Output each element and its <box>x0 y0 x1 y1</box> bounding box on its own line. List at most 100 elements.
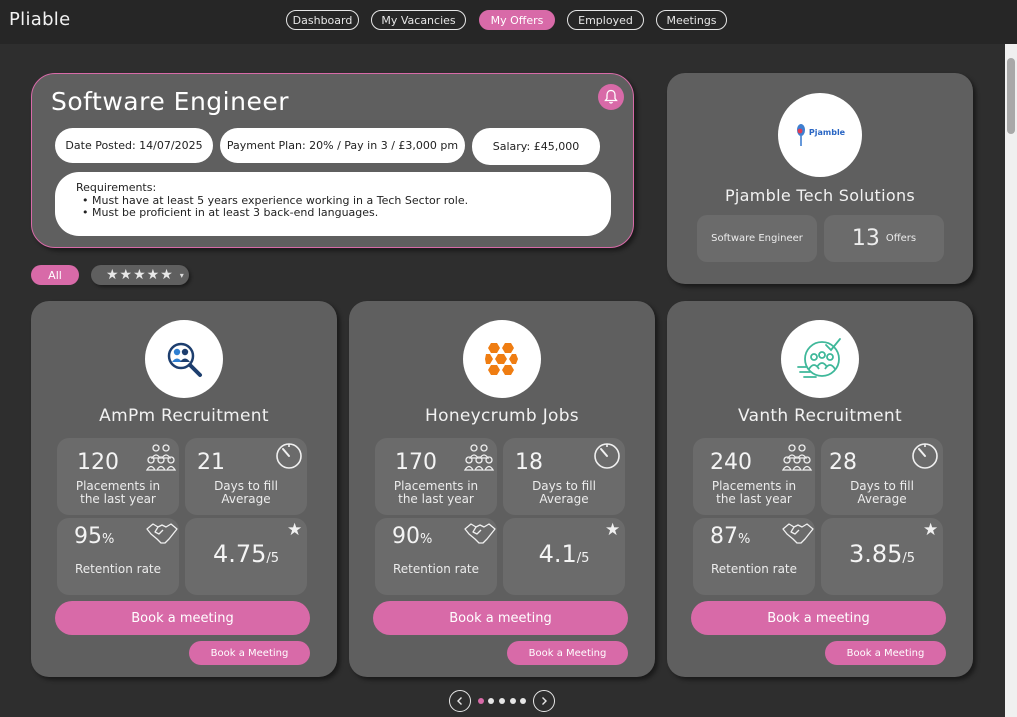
nav-meetings[interactable]: Meetings <box>656 10 727 30</box>
placements-stat: 170 Placements in the last year <box>375 438 497 515</box>
retention-stat: 95% Retention rate <box>57 518 179 595</box>
handshake-icon <box>464 523 496 544</box>
rating-number: 3.85 <box>848 540 903 568</box>
salary: Salary: £45,000 <box>472 128 600 165</box>
scroll-thumb[interactable] <box>1007 58 1015 134</box>
pager-prev-button[interactable] <box>449 690 471 712</box>
rating-value: 3.85/5 <box>821 540 943 568</box>
nav-dashboard[interactable]: Dashboard <box>286 10 359 30</box>
retention-unit: % <box>102 532 115 547</box>
requirements-list: Must have at least 5 years experience wo… <box>76 194 611 220</box>
retention-stat: 87% Retention rate <box>693 518 815 595</box>
placements-value: 120 <box>77 450 119 475</box>
star-rating-filter[interactable]: ★★★★★ ▾ <box>91 265 189 285</box>
placements-label-line: Placements in <box>75 479 161 493</box>
requirements-heading: Requirements: <box>76 181 157 194</box>
retention-unit: % <box>738 532 751 547</box>
placements-label: Placements in the last year <box>693 480 815 505</box>
days-label-line: Average <box>539 491 589 506</box>
company-card: Pjamble Pjamble Tech Solutions Software … <box>667 73 973 284</box>
book-meeting-button[interactable]: Book a meeting <box>55 601 310 635</box>
chevron-left-icon <box>457 697 462 705</box>
requirements-box: Requirements: Must have at least 5 years… <box>55 172 611 236</box>
star-rating-label: ★★★★★ <box>106 267 174 283</box>
pager-dot[interactable] <box>510 698 516 704</box>
group-icon <box>781 444 813 471</box>
agency-card: AmPm Recruitment 120 Placements in the l… <box>31 301 337 677</box>
retention-label: Retention rate <box>392 562 480 576</box>
rating-denominator: /5 <box>266 551 280 566</box>
retention-value: 87% <box>710 524 750 549</box>
placements-label-line: Placements in <box>711 479 797 493</box>
retention-unit: % <box>420 532 433 547</box>
chevron-right-icon <box>542 697 547 705</box>
rating-stat: ★ 3.85/5 <box>821 518 943 595</box>
star-icon: ★ <box>605 520 621 540</box>
days-to-fill-label: Days to fill Average <box>185 480 307 505</box>
rating-denominator: /5 <box>576 551 590 566</box>
pager-dot[interactable] <box>520 698 526 704</box>
days-to-fill-label: Days to fill Average <box>503 480 625 505</box>
date-posted: Date Posted: 14/07/2025 <box>55 128 213 163</box>
book-meeting-small-button[interactable]: Book a Meeting <box>189 641 310 665</box>
handshake-icon <box>146 523 178 544</box>
placements-label: Placements in the last year <box>57 480 179 505</box>
retention-label: Retention rate <box>74 562 162 576</box>
placements-label-line: the last year <box>716 491 792 506</box>
timer-icon <box>594 443 620 469</box>
placements-label-line: the last year <box>398 491 474 506</box>
days-label-line: Days to fill <box>214 479 278 493</box>
book-meeting-button[interactable]: Book a meeting <box>691 601 946 635</box>
group-icon <box>145 444 177 471</box>
days-to-fill-value: 18 <box>515 450 543 475</box>
rating-stat: ★ 4.1/5 <box>503 518 625 595</box>
payment-plan: Payment Plan: 20% / Pay in 3 / £3,000 pm <box>220 128 465 163</box>
nav-my-vacancies[interactable]: My Vacancies <box>371 10 466 30</box>
book-meeting-button[interactable]: Book a meeting <box>373 601 628 635</box>
agency-card: Vanth Recruitment 240 Placements in the … <box>667 301 973 677</box>
placements-stat: 120 Placements in the last year <box>57 438 179 515</box>
company-logo: Pjamble <box>778 93 862 177</box>
pager-dot[interactable] <box>488 698 494 704</box>
days-to-fill-value: 28 <box>829 450 857 475</box>
top-bar: Pliable Dashboard My Vacancies My Offers… <box>0 0 1017 44</box>
requirement-item: Must be proficient in at least 3 back-en… <box>82 206 611 220</box>
retention-number: 90 <box>392 524 420 549</box>
pager-dot[interactable] <box>499 698 505 704</box>
bell-icon[interactable] <box>598 84 624 110</box>
pager-next-button[interactable] <box>533 690 555 712</box>
rating-stat: ★ 4.75/5 <box>185 518 307 595</box>
chevron-down-icon: ▾ <box>179 270 185 280</box>
page-scrollbar[interactable] <box>1005 44 1017 717</box>
group-icon <box>463 444 495 471</box>
rating-number: 4.1 <box>538 540 577 568</box>
book-meeting-small-button[interactable]: Book a Meeting <box>825 641 946 665</box>
retention-stat: 90% Retention rate <box>375 518 497 595</box>
nav-my-offers[interactable]: My Offers <box>479 10 555 30</box>
rating-denominator: /5 <box>902 551 916 566</box>
company-role-chip: Software Engineer <box>697 215 817 262</box>
placements-label-line: Placements in <box>393 479 479 493</box>
agency-card: Honeycrumb Jobs 170 Placements in the la… <box>349 301 655 677</box>
days-label-line: Average <box>221 491 271 506</box>
nav-employed[interactable]: Employed <box>567 10 644 30</box>
timer-icon <box>276 443 302 469</box>
agency-name: Honeycrumb Jobs <box>425 406 579 426</box>
team-check-icon <box>781 320 859 398</box>
rating-value: 4.75/5 <box>185 540 307 568</box>
days-to-fill-stat: 18 Days to fill Average <box>503 438 625 515</box>
filter-all-button[interactable]: All <box>31 265 79 285</box>
people-search-icon <box>145 320 223 398</box>
placements-value: 170 <box>395 450 437 475</box>
days-to-fill-stat: 21 Days to fill Average <box>185 438 307 515</box>
rating-number: 4.75 <box>212 540 267 568</box>
pager-dot[interactable] <box>478 698 484 704</box>
days-to-fill-label: Days to fill Average <box>821 480 943 505</box>
book-meeting-small-button[interactable]: Book a Meeting <box>507 641 628 665</box>
star-icon: ★ <box>923 520 939 540</box>
main-nav: Dashboard My Vacancies My Offers Employe… <box>0 10 1017 32</box>
placements-label-line: the last year <box>80 491 156 506</box>
retention-value: 95% <box>74 524 114 549</box>
pjamble-logo-icon <box>796 124 805 146</box>
job-title: Software Engineer <box>51 87 289 116</box>
